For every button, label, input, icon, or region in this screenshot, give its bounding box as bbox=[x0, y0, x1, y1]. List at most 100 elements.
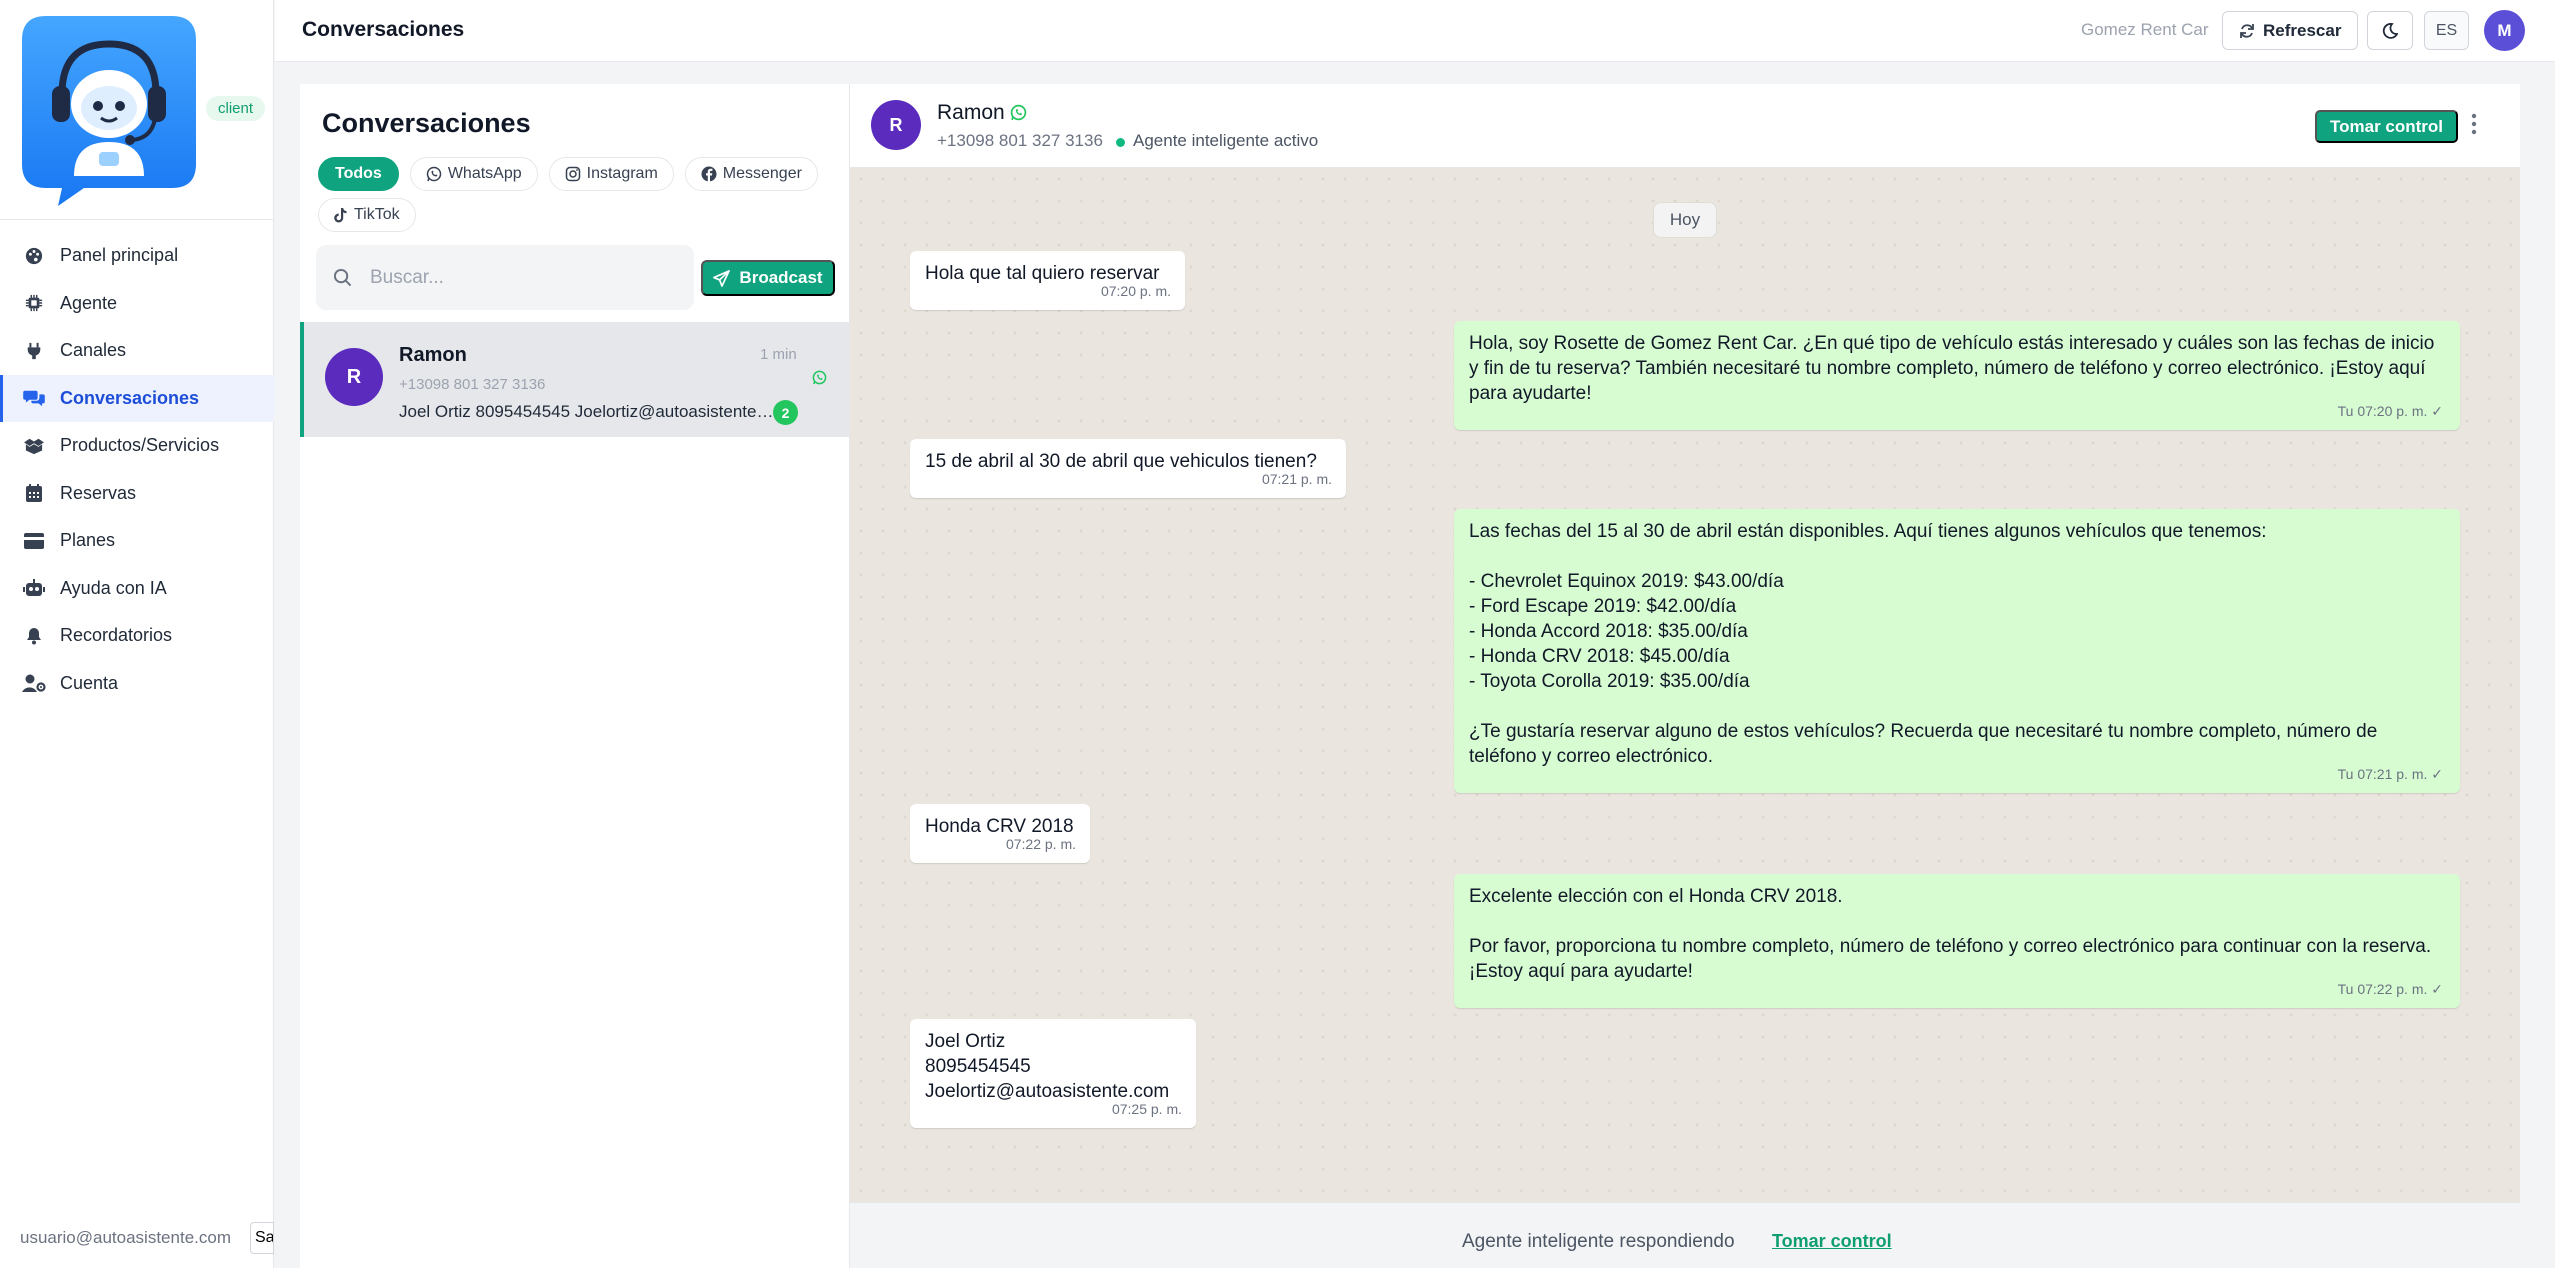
chip-icon bbox=[22, 291, 46, 315]
sidebar-item-planes[interactable]: Planes bbox=[0, 517, 274, 565]
language-button[interactable]: ES bbox=[2424, 11, 2469, 50]
sidebar-item-label: Reservas bbox=[60, 482, 137, 503]
contact-phone: +13098 801 327 3136 bbox=[399, 376, 546, 393]
message-time: 07:25 p. m. bbox=[1111, 1101, 1182, 1117]
message-time: 07:22 p. m. bbox=[1005, 836, 1076, 852]
search-icon bbox=[333, 268, 352, 287]
facebook-icon bbox=[701, 166, 717, 182]
chat-messages[interactable]: Hoy Hola que tal quiero reservar 07:20 p… bbox=[850, 168, 2520, 1202]
message-text: Hola, soy Rosette de Gomez Rent Car. ¿En… bbox=[1469, 333, 2435, 404]
message-time: Tu 07:21 p. m. ✓ bbox=[2337, 766, 2443, 782]
channel-filters: Todos WhatsApp Instagram Messenger TikTo… bbox=[318, 157, 838, 232]
whatsapp-icon bbox=[812, 370, 827, 390]
instagram-icon bbox=[565, 166, 580, 182]
sidebar-item-productos-servicios[interactable]: Productos/Servicios bbox=[0, 422, 274, 470]
take-control-button[interactable]: Tomar control bbox=[2315, 110, 2459, 143]
chat-contact-phone: +13098 801 327 3136 bbox=[937, 131, 1103, 150]
last-message-preview: Joel Ortiz 8095454545 Joelortiz@autoasis… bbox=[399, 402, 774, 421]
outgoing-message: Las fechas del 15 al 30 de abril están d… bbox=[1454, 509, 2460, 793]
theme-toggle-button[interactable] bbox=[2367, 11, 2413, 50]
outgoing-message: Excelente elección con el Honda CRV 2018… bbox=[1454, 874, 2460, 1008]
more-options-icon[interactable] bbox=[2471, 112, 2477, 141]
sidebar-item-label: Ayuda con IA bbox=[60, 577, 167, 598]
moon-icon bbox=[2382, 22, 2398, 39]
sidebar-item-label: Canales bbox=[60, 340, 127, 361]
conversations-heading: Conversaciones bbox=[322, 108, 531, 138]
sidebar-item-cuenta[interactable]: Cuenta bbox=[0, 660, 274, 708]
sidebar-item-panel-principal[interactable]: Panel principal bbox=[0, 232, 274, 280]
refresh-icon bbox=[2240, 23, 2254, 38]
credit-card-icon bbox=[22, 529, 46, 553]
conversation-list-panel: Conversaciones Todos WhatsApp Instagram … bbox=[300, 84, 850, 1268]
broadcast-button[interactable]: Broadcast bbox=[701, 260, 835, 296]
filter-label: Todos bbox=[335, 165, 382, 182]
robot-icon bbox=[22, 576, 46, 600]
contact-name: Ramon bbox=[399, 344, 467, 366]
agent-status-dot bbox=[1116, 138, 1125, 147]
take-control-link[interactable]: Tomar control bbox=[1772, 1231, 1892, 1252]
plug-icon bbox=[22, 339, 46, 363]
message-time: Tu 07:20 p. m. ✓ bbox=[2337, 403, 2443, 419]
contact-avatar: R bbox=[871, 100, 921, 150]
page-title: Conversaciones bbox=[302, 18, 465, 41]
calendar-icon bbox=[22, 481, 46, 505]
sidebar-item-agente[interactable]: Agente bbox=[0, 280, 274, 328]
boxes-icon bbox=[22, 434, 46, 458]
logout-button[interactable]: Sa bbox=[250, 1222, 274, 1254]
message-text: Las fechas del 15 al 30 de abril están d… bbox=[1469, 521, 2378, 767]
bell-icon bbox=[22, 624, 46, 648]
message-text: Excelente elección con el Honda CRV 2018… bbox=[1469, 886, 2432, 982]
message-time: 07:21 p. m. bbox=[1261, 471, 1332, 487]
search-box bbox=[316, 245, 694, 310]
contact-avatar: R bbox=[325, 348, 383, 406]
filter-label: Instagram bbox=[586, 165, 658, 182]
agent-responding-status: Agente inteligente respondiendo bbox=[1462, 1231, 1735, 1252]
incoming-message: Joel Ortiz 8095454545 Joelortiz@autoasis… bbox=[910, 1019, 1196, 1128]
unread-count-badge: 2 bbox=[773, 400, 798, 425]
user-gear-icon bbox=[22, 671, 46, 695]
role-badge: client bbox=[206, 96, 266, 121]
sidebar-item-recordatorios[interactable]: Recordatorios bbox=[0, 612, 274, 660]
message-time: Tu 07:22 p. m. ✓ bbox=[2337, 981, 2443, 997]
sidebar-item-label: Cuenta bbox=[60, 672, 119, 693]
robot-logo-icon[interactable] bbox=[22, 16, 196, 206]
chat-header: R Ramon +13098 801 327 3136 Agente intel… bbox=[850, 84, 2520, 168]
conversation-item[interactable]: R Ramon 1 min +13098 801 327 3136 Joel O… bbox=[300, 322, 850, 437]
sidebar-item-label: Conversaciones bbox=[60, 387, 200, 408]
sidebar-item-label: Planes bbox=[60, 530, 116, 551]
search-input[interactable] bbox=[370, 266, 670, 289]
incoming-message: Hola que tal quiero reservar 07:20 p. m. bbox=[910, 251, 1185, 310]
filter-tiktok[interactable]: TikTok bbox=[318, 198, 416, 232]
filter-whatsapp[interactable]: WhatsApp bbox=[409, 157, 538, 191]
filter-label: TikTok bbox=[354, 206, 400, 223]
last-message-time: 1 min bbox=[760, 346, 797, 363]
sidebar-item-canales[interactable]: Canales bbox=[0, 327, 274, 375]
sidebar-item-conversaciones[interactable]: Conversaciones bbox=[0, 374, 274, 422]
filter-label: Messenger bbox=[722, 165, 802, 182]
sidebar-item-reservas[interactable]: Reservas bbox=[0, 470, 274, 518]
sidebar-divider bbox=[0, 219, 274, 220]
message-text: Joel Ortiz 8095454545 Joelortiz@autoasis… bbox=[925, 1031, 1170, 1102]
filter-messenger[interactable]: Messenger bbox=[684, 157, 818, 191]
topbar: Conversaciones Gomez Rent Car Refrescar … bbox=[275, 0, 2555, 62]
user-email: usuario@autoasistente.com bbox=[20, 1228, 231, 1247]
agent-status: Agente inteligente activo bbox=[1133, 131, 1319, 150]
filter-label: WhatsApp bbox=[447, 165, 522, 182]
chat-footer: Agente inteligente respondiendo Tomar co… bbox=[850, 1202, 2520, 1268]
filter-instagram[interactable]: Instagram bbox=[548, 157, 674, 191]
broadcast-label: Broadcast bbox=[739, 268, 823, 287]
sidebar-item-label: Recordatorios bbox=[60, 625, 173, 646]
message-time: 07:20 p. m. bbox=[1100, 283, 1171, 299]
tiktok-icon bbox=[334, 208, 347, 223]
sidebar-item-ayuda-ia[interactable]: Ayuda con IA bbox=[0, 565, 274, 613]
page-scrollbar[interactable] bbox=[2540, 62, 2555, 1268]
day-separator: Hoy bbox=[1653, 202, 1717, 238]
whatsapp-icon bbox=[1010, 104, 1027, 126]
filter-todos[interactable]: Todos bbox=[318, 157, 399, 191]
refresh-button[interactable]: Refrescar bbox=[2222, 11, 2359, 50]
refresh-label: Refrescar bbox=[2263, 20, 2342, 40]
sidebar-nav: Panel principal Agente Canales Conversac… bbox=[0, 232, 274, 707]
incoming-message: Honda CRV 2018 07:22 p. m. bbox=[910, 804, 1090, 863]
user-avatar[interactable]: M bbox=[2484, 10, 2525, 51]
outgoing-message: Hola, soy Rosette de Gomez Rent Car. ¿En… bbox=[1454, 321, 2460, 430]
